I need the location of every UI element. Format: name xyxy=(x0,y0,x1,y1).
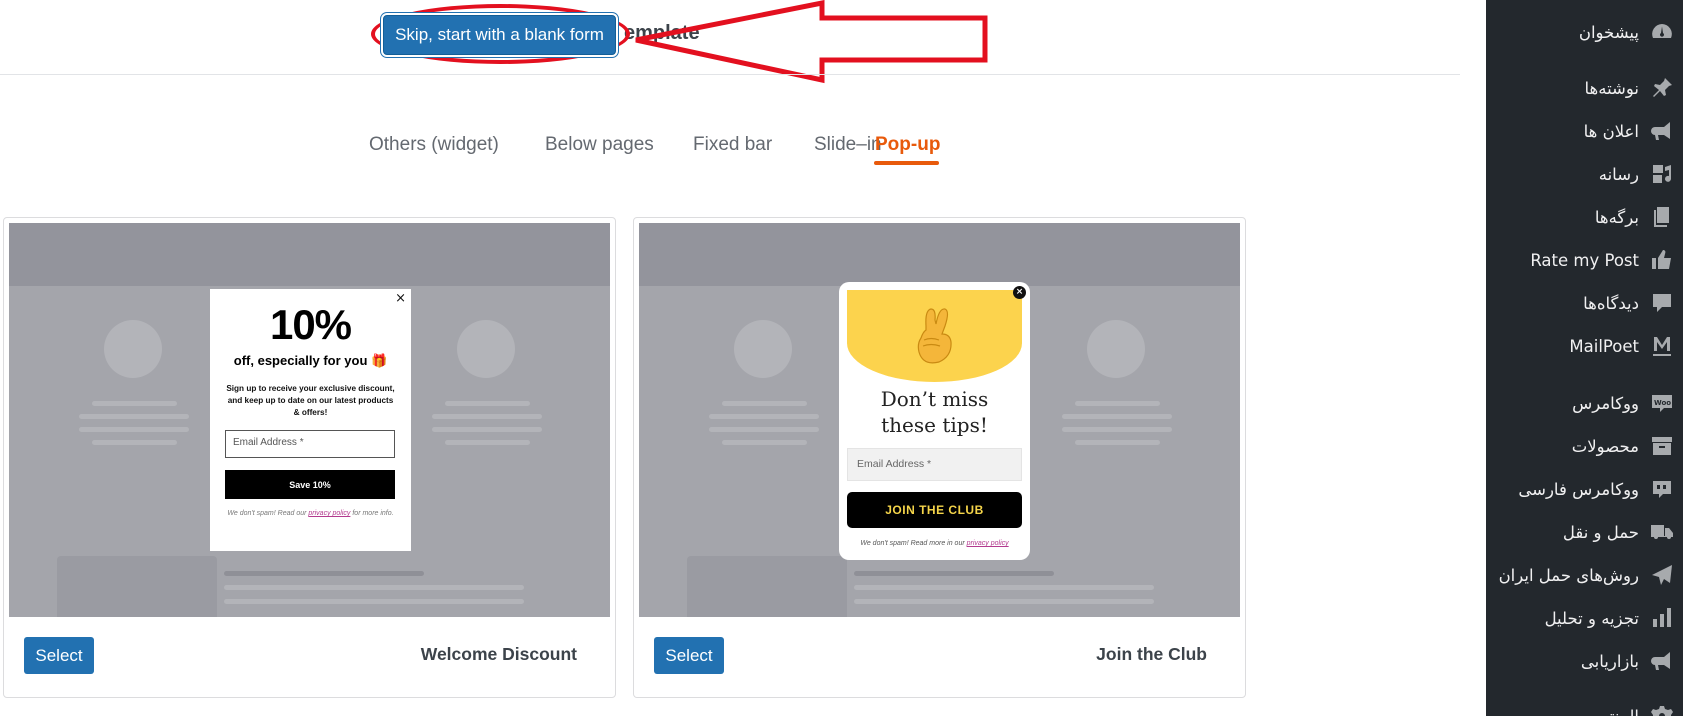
template-preview[interactable]: × Don’t miss these tips! Email Address *… xyxy=(639,223,1240,617)
sidebar-item-products[interactable]: محصولات xyxy=(1486,426,1683,466)
tab-pop-up[interactable]: Pop-up xyxy=(875,134,940,156)
discount-amount: 10% xyxy=(269,301,352,348)
email-field-preview: Email Address * xyxy=(225,430,395,458)
sidebar-item-media[interactable]: رسانه xyxy=(1486,154,1683,194)
privacy-note: We don't spam! Read more in our privacy … xyxy=(860,540,1009,547)
tab-slide-in[interactable]: Slide–in xyxy=(814,134,882,156)
email-field-preview: Email Address * xyxy=(847,448,1022,481)
sidebar-item-shipping[interactable]: حمل و نقل xyxy=(1486,512,1683,552)
annotation-arrow xyxy=(635,0,988,84)
template-name: Join the Club xyxy=(1096,644,1207,664)
template-card-welcome-discount: × 10% off, especially for you 🎁 Sign up … xyxy=(3,217,616,698)
megaphone-icon xyxy=(1649,648,1675,674)
sidebar-item-notices[interactable]: اعلان ها xyxy=(1486,111,1683,151)
archive-icon xyxy=(1649,433,1675,459)
discount-subtitle: off, especially for you 🎁 xyxy=(233,353,388,368)
discount-description: Sign up to receive your exclusive discou… xyxy=(226,384,395,417)
gear-icon xyxy=(1649,703,1675,716)
megaphone-icon xyxy=(1649,118,1675,144)
template-preview[interactable]: × 10% off, especially for you 🎁 Sign up … xyxy=(9,223,610,617)
thumbs-up-icon xyxy=(1649,247,1675,273)
sidebar-item-mailpoet[interactable]: MailPoet xyxy=(1486,326,1683,366)
truck-icon xyxy=(1649,519,1675,545)
crossed-fingers-icon xyxy=(917,308,952,364)
chart-icon xyxy=(1649,605,1675,631)
admin-sidebar: پیشخوان نوشته‌ها اعلان ها رسانه برگه‌ها … xyxy=(1486,0,1683,716)
sidebar-item-comments[interactable]: دیدگاه‌ها xyxy=(1486,283,1683,323)
tab-fixed-bar[interactable]: Fixed bar xyxy=(693,134,772,156)
woo-icon: Woo xyxy=(1649,390,1675,416)
tab-below-pages[interactable]: Below pages xyxy=(545,134,654,156)
sidebar-item-analytics[interactable]: تجزیه و تحلیل xyxy=(1486,598,1683,638)
template-name: Welcome Discount xyxy=(420,644,577,664)
save-discount-button-preview: Save 10% xyxy=(225,470,395,499)
club-heading: Don’t miss these tips! xyxy=(880,387,989,437)
join-club-button-preview: JOIN THE CLUB xyxy=(847,492,1022,528)
sidebar-item-elementor[interactable]: المنتور xyxy=(1486,696,1683,716)
blank-form-button[interactable]: Skip, start with a blank form xyxy=(383,15,616,55)
popup-preview-club: × Don’t miss these tips! Email Address *… xyxy=(839,282,1030,560)
privacy-note: We don't spam! Read our privacy policy f… xyxy=(227,510,394,517)
sidebar-item-marketing[interactable]: بازاریابی xyxy=(1486,641,1683,681)
sidebar-item-persian-woocommerce[interactable]: ووکامرس فارسی xyxy=(1486,469,1683,509)
pin-icon xyxy=(1649,75,1675,101)
sidebar-item-woocommerce[interactable]: ووکامرس Woo xyxy=(1486,383,1683,423)
template-card-join-the-club: × Don’t miss these tips! Email Address *… xyxy=(633,217,1246,698)
plane-icon xyxy=(1649,562,1675,588)
close-icon: × xyxy=(395,291,406,306)
dashboard-icon xyxy=(1649,19,1675,45)
sidebar-item-pages[interactable]: برگه‌ها xyxy=(1486,197,1683,237)
mailpoet-icon xyxy=(1649,333,1675,359)
sidebar-item-posts[interactable]: نوشته‌ها xyxy=(1486,68,1683,108)
tab-others-widget[interactable]: Others (widget) xyxy=(369,134,499,156)
active-tab-indicator xyxy=(874,161,939,165)
header-divider xyxy=(0,74,1460,75)
close-icon: × xyxy=(1013,286,1026,299)
sidebar-item-iran-shipping[interactable]: روش‌های حمل ایران xyxy=(1486,555,1683,595)
select-button-join-the-club[interactable]: Select xyxy=(654,637,724,674)
sidebar-item-dashboard[interactable]: پیشخوان xyxy=(1486,12,1683,52)
sidebar-item-rate-my-post[interactable]: Rate my Post xyxy=(1486,240,1683,280)
popup-preview-discount: × 10% off, especially for you 🎁 Sign up … xyxy=(210,289,411,551)
svg-text:Woo: Woo xyxy=(1654,399,1671,407)
media-icon xyxy=(1649,161,1675,187)
select-button-welcome-discount[interactable]: Select xyxy=(24,637,94,674)
pages-icon xyxy=(1649,204,1675,230)
comment-icon xyxy=(1649,290,1675,316)
quote-icon xyxy=(1649,476,1675,502)
